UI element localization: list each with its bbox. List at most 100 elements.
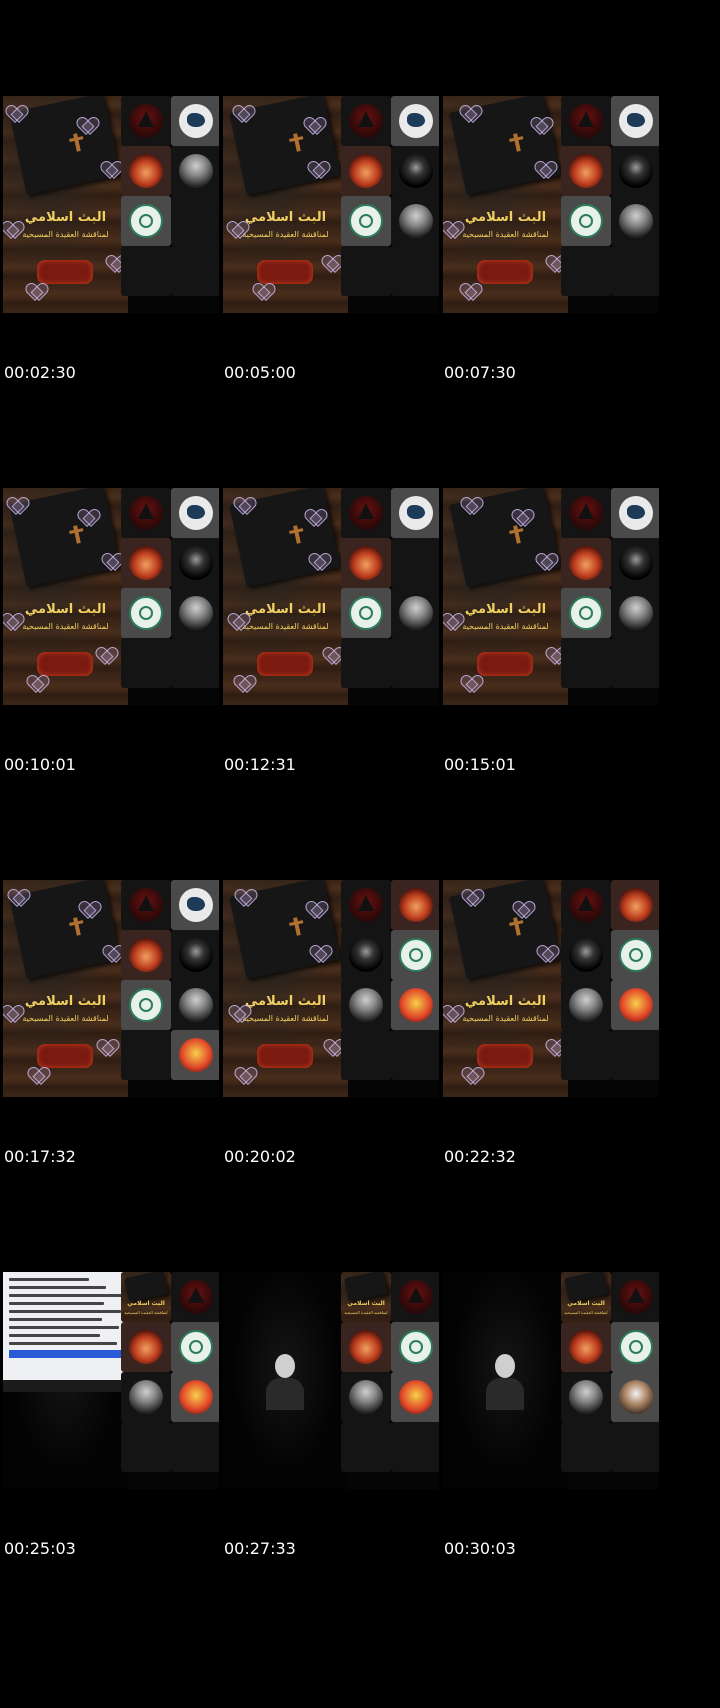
participant-tile[interactable] [341,1372,391,1422]
participant-tile[interactable] [171,880,219,930]
video-frame-thumbnail[interactable]: البث اسلامي لمناقشة العقيدة المسيحية [223,880,439,1097]
participant-tile[interactable] [121,1322,171,1372]
participant-tile[interactable] [611,588,659,638]
video-frame-thumbnail[interactable]: البث اسلامي لمناقشة العقيدة المسيحية [3,1272,219,1489]
participant-tile[interactable] [171,930,219,980]
participant-tile[interactable] [341,488,391,538]
participant-tile[interactable] [561,1322,611,1372]
participant-tile[interactable] [171,1030,219,1080]
participant-tile[interactable]: البث اسلامي لمناقشة العقيدة المسيحية [341,1272,391,1322]
participant-tile[interactable]: البث اسلامي لمناقشة العقيدة المسيحية [121,1272,171,1322]
participant-tile[interactable] [171,1372,219,1422]
participant-tile[interactable] [341,1322,391,1372]
participant-tile[interactable] [561,980,611,1030]
participant-tile[interactable] [391,588,439,638]
participant-person-avatar [569,1380,603,1414]
participant-tile[interactable] [341,880,391,930]
participant-tile[interactable] [121,146,171,196]
video-frame-thumbnail[interactable]: البث اسلامي لمناقشة العقيدة المسيحية [443,880,659,1097]
participant-tile[interactable] [391,96,439,146]
participant-tile[interactable] [391,980,439,1030]
video-frame-thumbnail[interactable]: البث اسلامي لمناقشة العقيدة المسيحية [443,96,659,313]
video-frame-thumbnail[interactable]: البث اسلامي لمناقشة العقيدة المسيحية [223,488,439,705]
participant-person-avatar [179,988,213,1022]
participant-tile[interactable] [341,980,391,1030]
video-frame-thumbnail[interactable]: البث اسلامي لمناقشة العقيدة المسيحية [3,880,219,1097]
participant-tile[interactable] [121,1372,171,1422]
participant-tile[interactable] [561,488,611,538]
video-frame-thumbnail[interactable]: البث اسلامي لمناقشة العقيدة المسيحية [223,1272,439,1489]
participant-tile[interactable] [341,538,391,588]
participant-tile[interactable] [391,1372,439,1422]
heart-bubble-icon [307,902,325,918]
participant-tile[interactable] [561,930,611,980]
participant-tile[interactable] [171,146,219,196]
participant-tile[interactable] [171,96,219,146]
participant-tile[interactable] [561,196,611,246]
participant-tile[interactable] [391,930,439,980]
participant-arrow-avatar [399,1280,433,1314]
participant-tile[interactable] [121,488,171,538]
participant-tile[interactable] [391,488,439,538]
heart-bubble-icon [102,162,120,178]
participant-tile[interactable] [561,146,611,196]
participant-tile[interactable] [611,980,659,1030]
participant-tile[interactable] [341,96,391,146]
participant-tile[interactable] [391,880,439,930]
participant-tile[interactable] [121,930,171,980]
participant-tile[interactable] [391,1272,439,1322]
participant-tile[interactable] [611,538,659,588]
participant-tile[interactable] [171,538,219,588]
empty-participant-slot [121,1422,171,1472]
heart-bubble-icon [536,162,554,178]
video-frame-thumbnail[interactable]: البث اسلامي لمناقشة العقيدة المسيحية [223,96,439,313]
participant-tile[interactable] [611,1272,659,1322]
video-frame-thumbnail[interactable]: البث اسلامي لمناقشة العقيدة المسيحية [3,96,219,313]
participant-tile[interactable] [121,880,171,930]
participant-tile[interactable] [121,538,171,588]
participant-tile[interactable] [171,588,219,638]
participant-tile[interactable] [611,880,659,930]
participant-tile[interactable] [121,196,171,246]
participant-tile[interactable] [391,196,439,246]
participant-tile[interactable] [171,980,219,1030]
participant-tile[interactable] [341,588,391,638]
participant-tile[interactable] [121,96,171,146]
participant-tile[interactable] [611,96,659,146]
participant-tile[interactable] [171,1272,219,1322]
participant-tile[interactable] [341,146,391,196]
frame-timestamp: 00:25:03 [4,1539,76,1558]
participant-tile[interactable] [561,538,611,588]
participant-tile[interactable] [611,488,659,538]
participant-tile[interactable] [611,930,659,980]
participant-tile[interactable]: البث اسلامي لمناقشة العقيدة المسيحية [561,1272,611,1322]
frame-timestamp: 00:15:01 [444,755,516,774]
participant-fire-avatar [349,546,383,580]
participant-tile[interactable] [611,196,659,246]
participant-tile[interactable] [171,1322,219,1372]
participant-tile[interactable] [341,196,391,246]
participant-tile[interactable] [611,1372,659,1422]
participant-tile[interactable] [121,588,171,638]
empty-participant-slot [341,246,391,296]
participant-tile[interactable] [171,488,219,538]
participant-dark-avatar [179,938,213,972]
participant-tile[interactable] [341,930,391,980]
participant-tile[interactable] [391,146,439,196]
video-frame-thumbnail[interactable]: البث اسلامي لمناقشة العقيدة المسيحية [443,488,659,705]
participant-tile[interactable] [561,1372,611,1422]
main-stream-overlay: البث اسلامي لمناقشة العقيدة المسيحية [443,96,568,313]
participant-tile[interactable] [121,980,171,1030]
empty-participant-slot [611,246,659,296]
participant-tile[interactable] [561,96,611,146]
video-frame-thumbnail[interactable]: البث اسلامي لمناقشة العقيدة المسيحية [3,488,219,705]
participant-tile[interactable] [561,588,611,638]
participant-tile[interactable] [611,146,659,196]
participant-tile[interactable] [611,1322,659,1372]
video-frame-thumbnail[interactable]: البث اسلامي لمناقشة العقيدة المسيحية [443,1272,659,1489]
heart-bubble-icon [461,284,479,300]
rosary-cross-icon [513,917,521,936]
participant-tile[interactable] [561,880,611,930]
participant-tile[interactable] [391,1322,439,1372]
participant-fire-avatar [349,1330,383,1364]
